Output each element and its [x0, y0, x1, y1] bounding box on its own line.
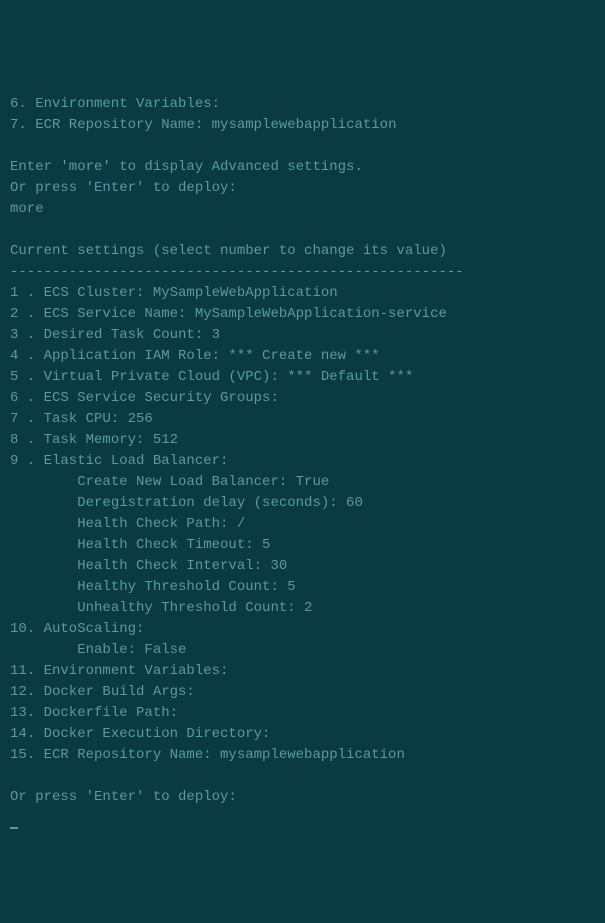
divider: ----------------------------------------… — [10, 262, 595, 283]
setting-row[interactable]: 13. Dockerfile Path: — [10, 703, 595, 724]
setting-sub-row: Deregistration delay (seconds): 60 — [10, 493, 595, 514]
setting-row[interactable]: 5 . Virtual Private Cloud (VPC): *** Def… — [10, 367, 595, 388]
setting-row[interactable]: 2 . ECS Service Name: MySampleWebApplica… — [10, 304, 595, 325]
setting-sub-row: Health Check Path: / — [10, 514, 595, 535]
setting-row[interactable]: 8 . Task Memory: 512 — [10, 430, 595, 451]
prompt-advanced: Enter 'more' to display Advanced setting… — [10, 157, 595, 178]
top-line-7: 7. ECR Repository Name: mysamplewebappli… — [10, 115, 595, 136]
setting-row[interactable]: 12. Docker Build Args: — [10, 682, 595, 703]
settings-header: Current settings (select number to chang… — [10, 241, 595, 262]
setting-row[interactable]: 11. Environment Variables: — [10, 661, 595, 682]
prompt-enter: Or press 'Enter' to deploy: — [10, 178, 595, 199]
setting-sub-row: Health Check Interval: 30 — [10, 556, 595, 577]
top-line-6: 6. Environment Variables: — [10, 94, 595, 115]
setting-row-autoscaling[interactable]: 10. AutoScaling: — [10, 619, 595, 640]
setting-row[interactable]: 1 . ECS Cluster: MySampleWebApplication — [10, 283, 595, 304]
setting-sub-row: Unhealthy Threshold Count: 2 — [10, 598, 595, 619]
setting-row[interactable]: 15. ECR Repository Name: mysamplewebappl… — [10, 745, 595, 766]
ecr-value: mysamplewebapplication — [212, 117, 397, 133]
settings-list: 1 . ECS Cluster: MySampleWebApplication2… — [10, 283, 595, 451]
autoscaling-block: 10. AutoScaling: Enable: False — [10, 619, 595, 661]
setting-row[interactable]: 6 . ECS Service Security Groups: — [10, 388, 595, 409]
setting-sub-row: Health Check Timeout: 5 — [10, 535, 595, 556]
cursor[interactable] — [10, 827, 18, 829]
user-input-more[interactable]: more — [10, 199, 595, 220]
setting-row[interactable]: 4 . Application IAM Role: *** Create new… — [10, 346, 595, 367]
setting-row-elb[interactable]: 9 . Elastic Load Balancer: — [10, 451, 595, 472]
setting-sub-row: Healthy Threshold Count: 5 — [10, 577, 595, 598]
setting-sub-row: Enable: False — [10, 640, 595, 661]
setting-row[interactable]: 14. Docker Execution Directory: — [10, 724, 595, 745]
elb-block: 9 . Elastic Load Balancer: Create New Lo… — [10, 451, 595, 619]
prompt-deploy: Or press 'Enter' to deploy: — [10, 787, 595, 808]
ecr-label: 7. ECR Repository Name: — [10, 117, 212, 133]
setting-row[interactable]: 7 . Task CPU: 256 — [10, 409, 595, 430]
setting-row[interactable]: 3 . Desired Task Count: 3 — [10, 325, 595, 346]
settings-list-2: 11. Environment Variables:12. Docker Bui… — [10, 661, 595, 766]
setting-sub-row: Create New Load Balancer: True — [10, 472, 595, 493]
